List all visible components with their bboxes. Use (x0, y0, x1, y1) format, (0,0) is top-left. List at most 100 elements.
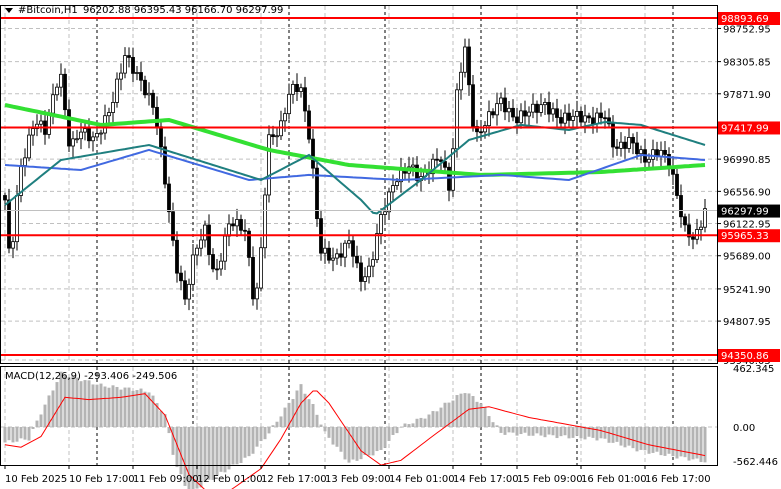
macd-histogram-bar (483, 407, 487, 427)
candle-body-bear (127, 55, 131, 58)
candle (471, 74, 475, 132)
candle (75, 129, 79, 144)
candle-body-bull (323, 247, 327, 254)
candle-body-bear (675, 173, 679, 196)
candle (143, 75, 147, 99)
time-tick-label: 16 Feb 01:00 (581, 474, 647, 485)
main-chart-panel[interactable] (1, 17, 717, 356)
macd-histogram-bar (275, 421, 279, 427)
macd-histogram-bar (179, 427, 183, 475)
candle-body-bull (371, 259, 375, 267)
macd-histogram-bar (87, 380, 91, 427)
macd-histogram-bar (455, 395, 459, 427)
candle-body-bull (11, 241, 15, 249)
candle-body-bear (351, 240, 355, 257)
candle (119, 63, 123, 91)
macd-histogram-bar (475, 401, 479, 427)
candle (603, 110, 607, 129)
macd-histogram-bar (479, 403, 483, 427)
candle (279, 110, 283, 141)
candle (687, 213, 691, 246)
macd-histogram-bar (123, 387, 127, 427)
candle (187, 278, 191, 311)
macd-histogram-bar (699, 427, 703, 463)
macd-histogram-bar (527, 427, 531, 436)
macd-histogram-bar (327, 427, 331, 438)
macd-histogram-bar (339, 427, 343, 452)
candle-body-bear (175, 239, 179, 274)
macd-histogram-bar (451, 400, 455, 427)
candle (275, 127, 279, 147)
candle (491, 108, 495, 119)
candle-body-bull (487, 111, 491, 127)
candle (523, 100, 527, 126)
macd-histogram-bar (435, 411, 439, 427)
macd-histogram-bar (67, 377, 71, 427)
candle-body-bear (631, 137, 635, 144)
candle-body-bull (335, 253, 339, 259)
candle-body-bull (551, 108, 555, 115)
macd-histogram-bar (503, 427, 507, 435)
candle (67, 99, 71, 153)
candle (3, 192, 7, 212)
macd-tick-label: 0.00 (733, 423, 755, 434)
candle (207, 214, 211, 266)
macd-histogram-bar (227, 427, 231, 470)
candle (583, 104, 587, 134)
candle (551, 102, 555, 122)
macd-tick-label: -562.446 (733, 457, 778, 468)
candle-body-bear (515, 116, 519, 124)
candle (27, 126, 31, 162)
candle-body-bull (51, 94, 55, 114)
candle-body-bear (295, 84, 299, 92)
candle (111, 91, 115, 123)
macd-histogram-bar (667, 427, 671, 454)
macd-histogram-bar (567, 427, 571, 439)
time-tick-label: 11 Feb 09:00 (133, 474, 199, 485)
candle-body-bear (683, 216, 687, 226)
macd-histogram-bar (431, 411, 435, 427)
macd-histogram-bar (251, 427, 255, 454)
macd-histogram-bar (415, 418, 419, 427)
candle (135, 65, 139, 81)
macd-histogram-bar (99, 383, 103, 427)
candle-body-bull (647, 158, 651, 163)
macd-histogram-bar (547, 427, 551, 435)
candle-body-bull (267, 134, 271, 196)
macd-histogram-bar (311, 404, 315, 427)
candle (315, 160, 319, 227)
candle-body-bull (135, 72, 139, 74)
candle (339, 242, 343, 267)
candle-body-bear (691, 236, 695, 240)
macd-histogram-bar (111, 385, 115, 427)
price-chart[interactable]: 98752.95 98305.85 97871.90 96990.85 96556.90… (0, 0, 781, 489)
macd-histogram-bar (487, 416, 491, 427)
candle-body-bull (539, 104, 543, 113)
candle-body-bull (363, 276, 367, 282)
macd-histogram-bar (703, 427, 707, 463)
candle (383, 200, 387, 223)
macd-histogram-bar (543, 427, 547, 438)
macd-histogram-bar (335, 427, 339, 447)
candle-body-bear (559, 117, 563, 124)
candle (611, 115, 615, 158)
candle (351, 235, 355, 268)
macd-histogram-bar (427, 414, 431, 427)
candle-body-bear (7, 199, 11, 249)
candle (343, 240, 347, 268)
macd-histogram-bar (331, 427, 335, 445)
candle (623, 136, 627, 159)
time-tick-label: 13 Feb 09:00 (325, 474, 391, 485)
macd-panel[interactable] (3, 371, 707, 489)
macd-histogram-bar (15, 427, 19, 442)
macd-histogram-bar (691, 427, 695, 460)
candle (151, 89, 155, 115)
candle (451, 138, 455, 198)
macd-histogram-bar (459, 393, 463, 427)
candle (191, 244, 195, 289)
candle (171, 202, 175, 247)
collapse-triangle-icon[interactable] (5, 8, 13, 13)
candle-body-bear (503, 97, 507, 113)
macd-histogram-bar (539, 427, 543, 436)
candle (703, 199, 707, 233)
